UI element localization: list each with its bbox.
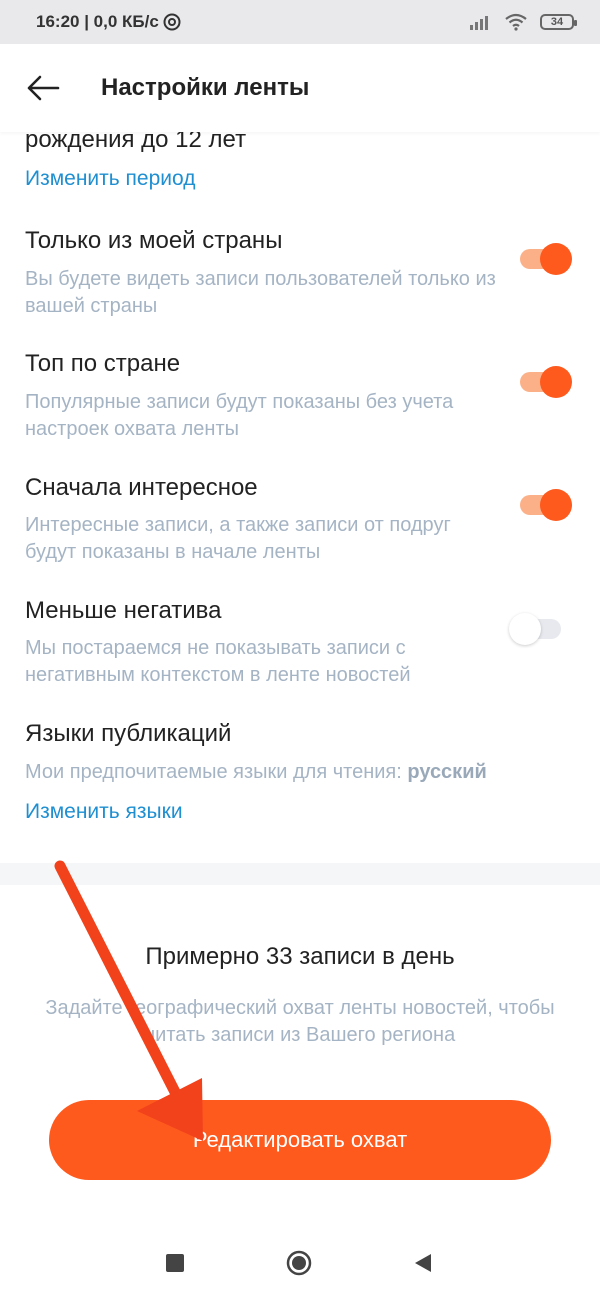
section-divider xyxy=(0,863,600,885)
selected-language: русский xyxy=(407,761,487,783)
wifi-icon xyxy=(505,13,527,31)
setting-description: Вы будете видеть записи пользователей то… xyxy=(25,268,496,317)
app-header: Настройки ленты xyxy=(0,44,600,132)
setting-title: Сначала интересное xyxy=(25,474,258,501)
setting-description: Интересные записи, а также записи от под… xyxy=(25,514,451,563)
setting-title: Языки публикаций xyxy=(25,720,232,747)
setting-description: Мы постараемся не показывать записи с не… xyxy=(25,637,411,686)
signal-icon xyxy=(470,16,488,30)
setting-description: Популярные записи будут показаны без уче… xyxy=(25,391,454,440)
edit-coverage-button[interactable]: Редактировать охват xyxy=(49,1100,551,1180)
edit-coverage-label: Редактировать охват xyxy=(192,1127,408,1152)
toggle-interesting-first[interactable] xyxy=(520,488,572,521)
arrow-left-icon[interactable] xyxy=(26,74,60,102)
triangle-left-icon[interactable] xyxy=(413,1252,433,1274)
coverage-hint: Задайте географический охват ленты новос… xyxy=(45,997,555,1046)
system-nav-bar xyxy=(0,1230,600,1299)
setting-title: Топ по стране xyxy=(25,350,181,377)
toggle-top-by-country[interactable] xyxy=(520,365,572,398)
battery-icon: 34 xyxy=(540,14,577,30)
posts-estimate: Примерно 33 записи в день xyxy=(145,943,455,970)
change-languages-link[interactable]: Изменить языки xyxy=(25,800,183,824)
status-time: 16:20 | 0,0 КБ/с xyxy=(36,12,159,31)
circle-icon[interactable] xyxy=(286,1250,312,1276)
languages-prefix: Мои предпочитаемые языки для чтения: xyxy=(25,761,408,783)
square-icon[interactable] xyxy=(166,1254,184,1272)
toggle-only-my-country[interactable] xyxy=(520,242,572,275)
toggle-less-negativity[interactable] xyxy=(509,612,565,645)
status-bar: 16:20 | 0,0 КБ/с 34 xyxy=(0,0,600,44)
at-icon xyxy=(163,13,181,31)
status-info: 16:20 | 0,0 КБ/с xyxy=(36,12,181,32)
languages-description: Мои предпочитаемые языки для чтения: рус… xyxy=(25,759,585,786)
setting-title: Только из моей страны xyxy=(25,227,283,254)
page-title: Настройки ленты xyxy=(101,74,310,101)
change-period-link[interactable]: Изменить период xyxy=(25,167,196,191)
battery-level: 34 xyxy=(550,16,564,28)
setting-title: Меньше негатива xyxy=(25,597,222,624)
